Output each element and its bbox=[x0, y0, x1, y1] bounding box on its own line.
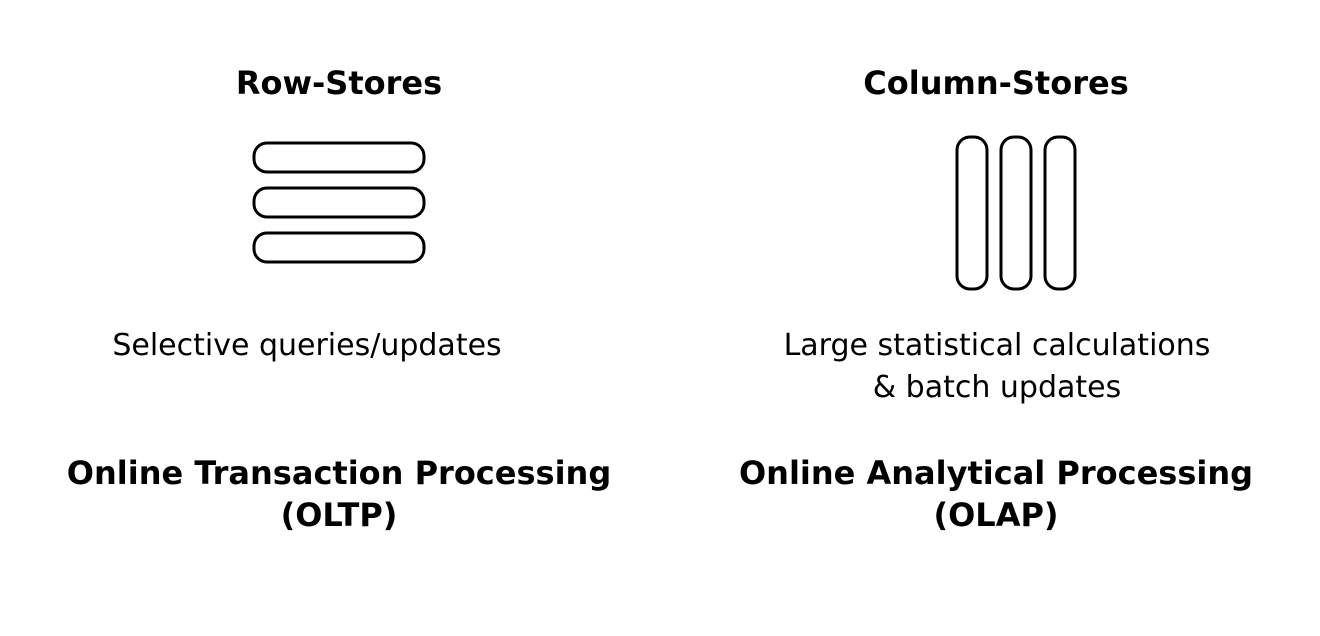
row-bar-2 bbox=[252, 186, 426, 219]
column-store-panel: Column-Stores Large statistical calculat… bbox=[680, 0, 1320, 636]
stacked-rows-icon bbox=[252, 141, 426, 264]
row-store-category-line-1: Online Transaction Processing bbox=[66, 454, 612, 492]
column-store-description: Large statistical calculations & batch u… bbox=[677, 325, 1317, 409]
row-store-category-line-2: (OLTP) bbox=[280, 496, 398, 534]
row-store-category: Online Transaction Processing (OLTP) bbox=[0, 452, 679, 536]
column-store-category: Online Analytical Processing (OLAP) bbox=[676, 452, 1316, 536]
row-store-description: Selective queries/updates bbox=[0, 325, 647, 367]
column-store-description-line-2: & batch updates bbox=[872, 370, 1122, 405]
column-store-category-line-2: (OLAP) bbox=[933, 496, 1059, 534]
column-bar-1 bbox=[955, 135, 989, 291]
side-by-side-columns-icon bbox=[955, 135, 1077, 291]
row-store-heading: Row-Stores bbox=[235, 64, 443, 102]
column-store-description-line-1: Large statistical calculations bbox=[783, 328, 1211, 363]
row-store-description-line: Selective queries/updates bbox=[112, 328, 502, 363]
row-store-panel: Row-Stores Selective queries/updates Onl… bbox=[0, 0, 680, 636]
row-bar-1 bbox=[252, 141, 426, 174]
column-bar-2 bbox=[999, 135, 1033, 291]
column-store-heading: Column-Stores bbox=[863, 64, 1129, 102]
row-bar-3 bbox=[252, 231, 426, 264]
column-bar-3 bbox=[1043, 135, 1077, 291]
column-store-category-line-1: Online Analytical Processing bbox=[738, 454, 1254, 492]
